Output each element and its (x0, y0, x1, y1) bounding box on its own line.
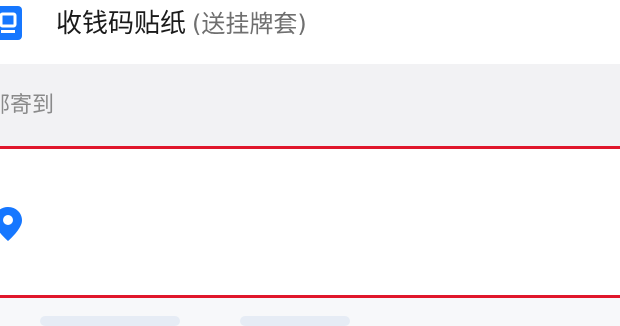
shipping-section-header: 邮寄到 (0, 64, 620, 146)
location-pin-icon[interactable] (0, 207, 22, 241)
product-note: (送挂牌套) (192, 10, 307, 38)
checkout-screen: 收钱码贴纸(送挂牌套) 邮寄到 (0, 0, 620, 326)
product-title: 收钱码贴纸 (送挂牌套) (56, 6, 307, 42)
document-icon (0, 6, 22, 40)
address-selector[interactable] (0, 146, 620, 298)
shipping-label: 邮寄到 (0, 93, 55, 118)
product-row: 收钱码贴纸 (送挂牌套) (0, 0, 620, 64)
faint-placeholder (40, 316, 180, 326)
product-name: 收钱码贴纸 (56, 9, 187, 39)
faint-placeholder (240, 316, 350, 326)
bottom-strip (0, 298, 620, 326)
